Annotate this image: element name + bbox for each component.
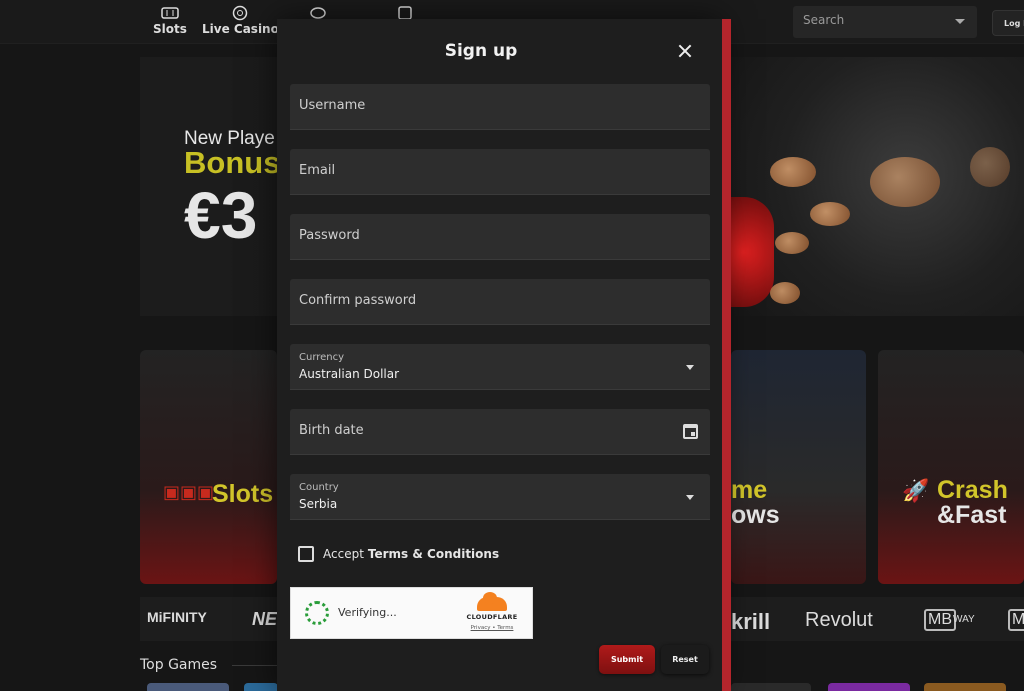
chevron-down-icon[interactable] <box>955 19 965 24</box>
search-input[interactable]: Search <box>793 6 977 38</box>
modal-title: Sign up <box>444 41 518 61</box>
sevens-icon: ▣▣▣ <box>163 482 215 503</box>
payment-logo-skrill: krill <box>731 609 771 634</box>
cloud-icon <box>477 592 507 611</box>
divider <box>232 665 280 666</box>
submit-button[interactable]: Submit <box>599 645 655 674</box>
confirm-password-field[interactable]: Confirm password <box>290 279 710 325</box>
nav-slots[interactable]: Slots <box>153 4 187 36</box>
terms-checkbox[interactable] <box>298 546 314 562</box>
tile-crash-fast[interactable] <box>878 350 1024 584</box>
spinner-icon <box>305 601 329 625</box>
payment-logo-neteller: NE <box>252 609 278 629</box>
captcha-status: Verifying... <box>338 606 397 619</box>
chevron-down-icon[interactable] <box>686 365 694 370</box>
password-placeholder: Password <box>299 228 360 243</box>
country-value: Serbia <box>299 497 338 511</box>
hero-image <box>730 57 1024 316</box>
slot-machine-icon <box>160 4 180 22</box>
top-games-heading: Top Games <box>140 657 218 673</box>
password-field[interactable]: Password <box>290 214 710 260</box>
confirm-password-placeholder: Confirm password <box>299 293 417 308</box>
country-label: Country <box>299 482 339 493</box>
username-field[interactable]: Username <box>290 84 710 130</box>
nav-live-casino-label: Live Casino <box>202 22 279 36</box>
email-field[interactable]: Email <box>290 149 710 195</box>
nav-live-casino[interactable]: Live Casino <box>202 4 279 36</box>
payment-logo-partial: M <box>1008 609 1024 631</box>
tile-game-shows-label-1: me <box>731 476 768 504</box>
game-thumbnail[interactable] <box>244 683 278 691</box>
email-placeholder: Email <box>299 163 336 178</box>
game-thumbnail[interactable] <box>147 683 229 691</box>
cloudflare-captcha[interactable]: Verifying... CLOUDFLARE Privacy • Terms <box>290 587 533 639</box>
game-thumbnail[interactable] <box>924 683 1006 691</box>
nav-slots-label: Slots <box>153 22 187 36</box>
tile-slots-label: Slots <box>212 480 274 508</box>
rocket-icon: 🚀 <box>902 479 930 504</box>
cloudflare-brand: CLOUDFLARE <box>466 613 518 621</box>
currency-value: Australian Dollar <box>299 367 400 381</box>
hero-bonus: Bonus <box>184 145 281 180</box>
chevron-down-icon[interactable] <box>686 495 694 500</box>
terms-row: Accept Terms & Conditions <box>298 546 499 562</box>
close-icon[interactable] <box>678 44 692 58</box>
payment-logo-revolut: Revolut <box>805 609 873 631</box>
cloudflare-logo: CLOUDFLARE Privacy • Terms <box>461 592 523 631</box>
tile-slots[interactable] <box>140 350 277 584</box>
payment-logo-mbway-suffix: WAY <box>953 614 975 625</box>
game-thumbnail[interactable] <box>731 683 811 691</box>
page: Slots Live Casino Search Log In <box>0 0 1024 691</box>
birth-date-field[interactable]: Birth date <box>290 409 710 455</box>
hero-amount: €3 <box>184 178 258 252</box>
tile-crash-label-1: Crash <box>937 476 1008 504</box>
terms-prefix: Accept <box>323 547 364 561</box>
birth-date-placeholder: Birth date <box>299 423 364 438</box>
roulette-icon <box>230 4 250 22</box>
game-thumbnail[interactable] <box>828 683 910 691</box>
username-placeholder: Username <box>299 98 366 113</box>
signup-modal: Sign up Username Email Password Confirm … <box>277 19 722 691</box>
tile-crash-label-2: &Fast <box>937 501 1007 529</box>
payment-logo-mbway: MB <box>924 609 956 631</box>
login-button[interactable]: Log In <box>992 10 1024 36</box>
payment-logo-mifinity: MiFINITY <box>147 609 207 625</box>
terms-link[interactable]: Terms & Conditions <box>368 547 499 561</box>
currency-label: Currency <box>299 352 345 363</box>
tile-game-shows-label-2: ows <box>731 501 780 529</box>
calendar-icon[interactable] <box>683 424 698 439</box>
currency-select[interactable]: Currency Australian Dollar <box>290 344 710 390</box>
tile-game-shows[interactable] <box>731 350 866 584</box>
modal-scrollbar[interactable] <box>722 19 731 691</box>
country-select[interactable]: Country Serbia <box>290 474 710 520</box>
reset-button[interactable]: Reset <box>661 645 709 674</box>
captcha-privacy-terms-links[interactable]: Privacy • Terms <box>461 625 523 631</box>
car-graphic <box>730 197 774 307</box>
search-placeholder: Search <box>803 13 845 27</box>
